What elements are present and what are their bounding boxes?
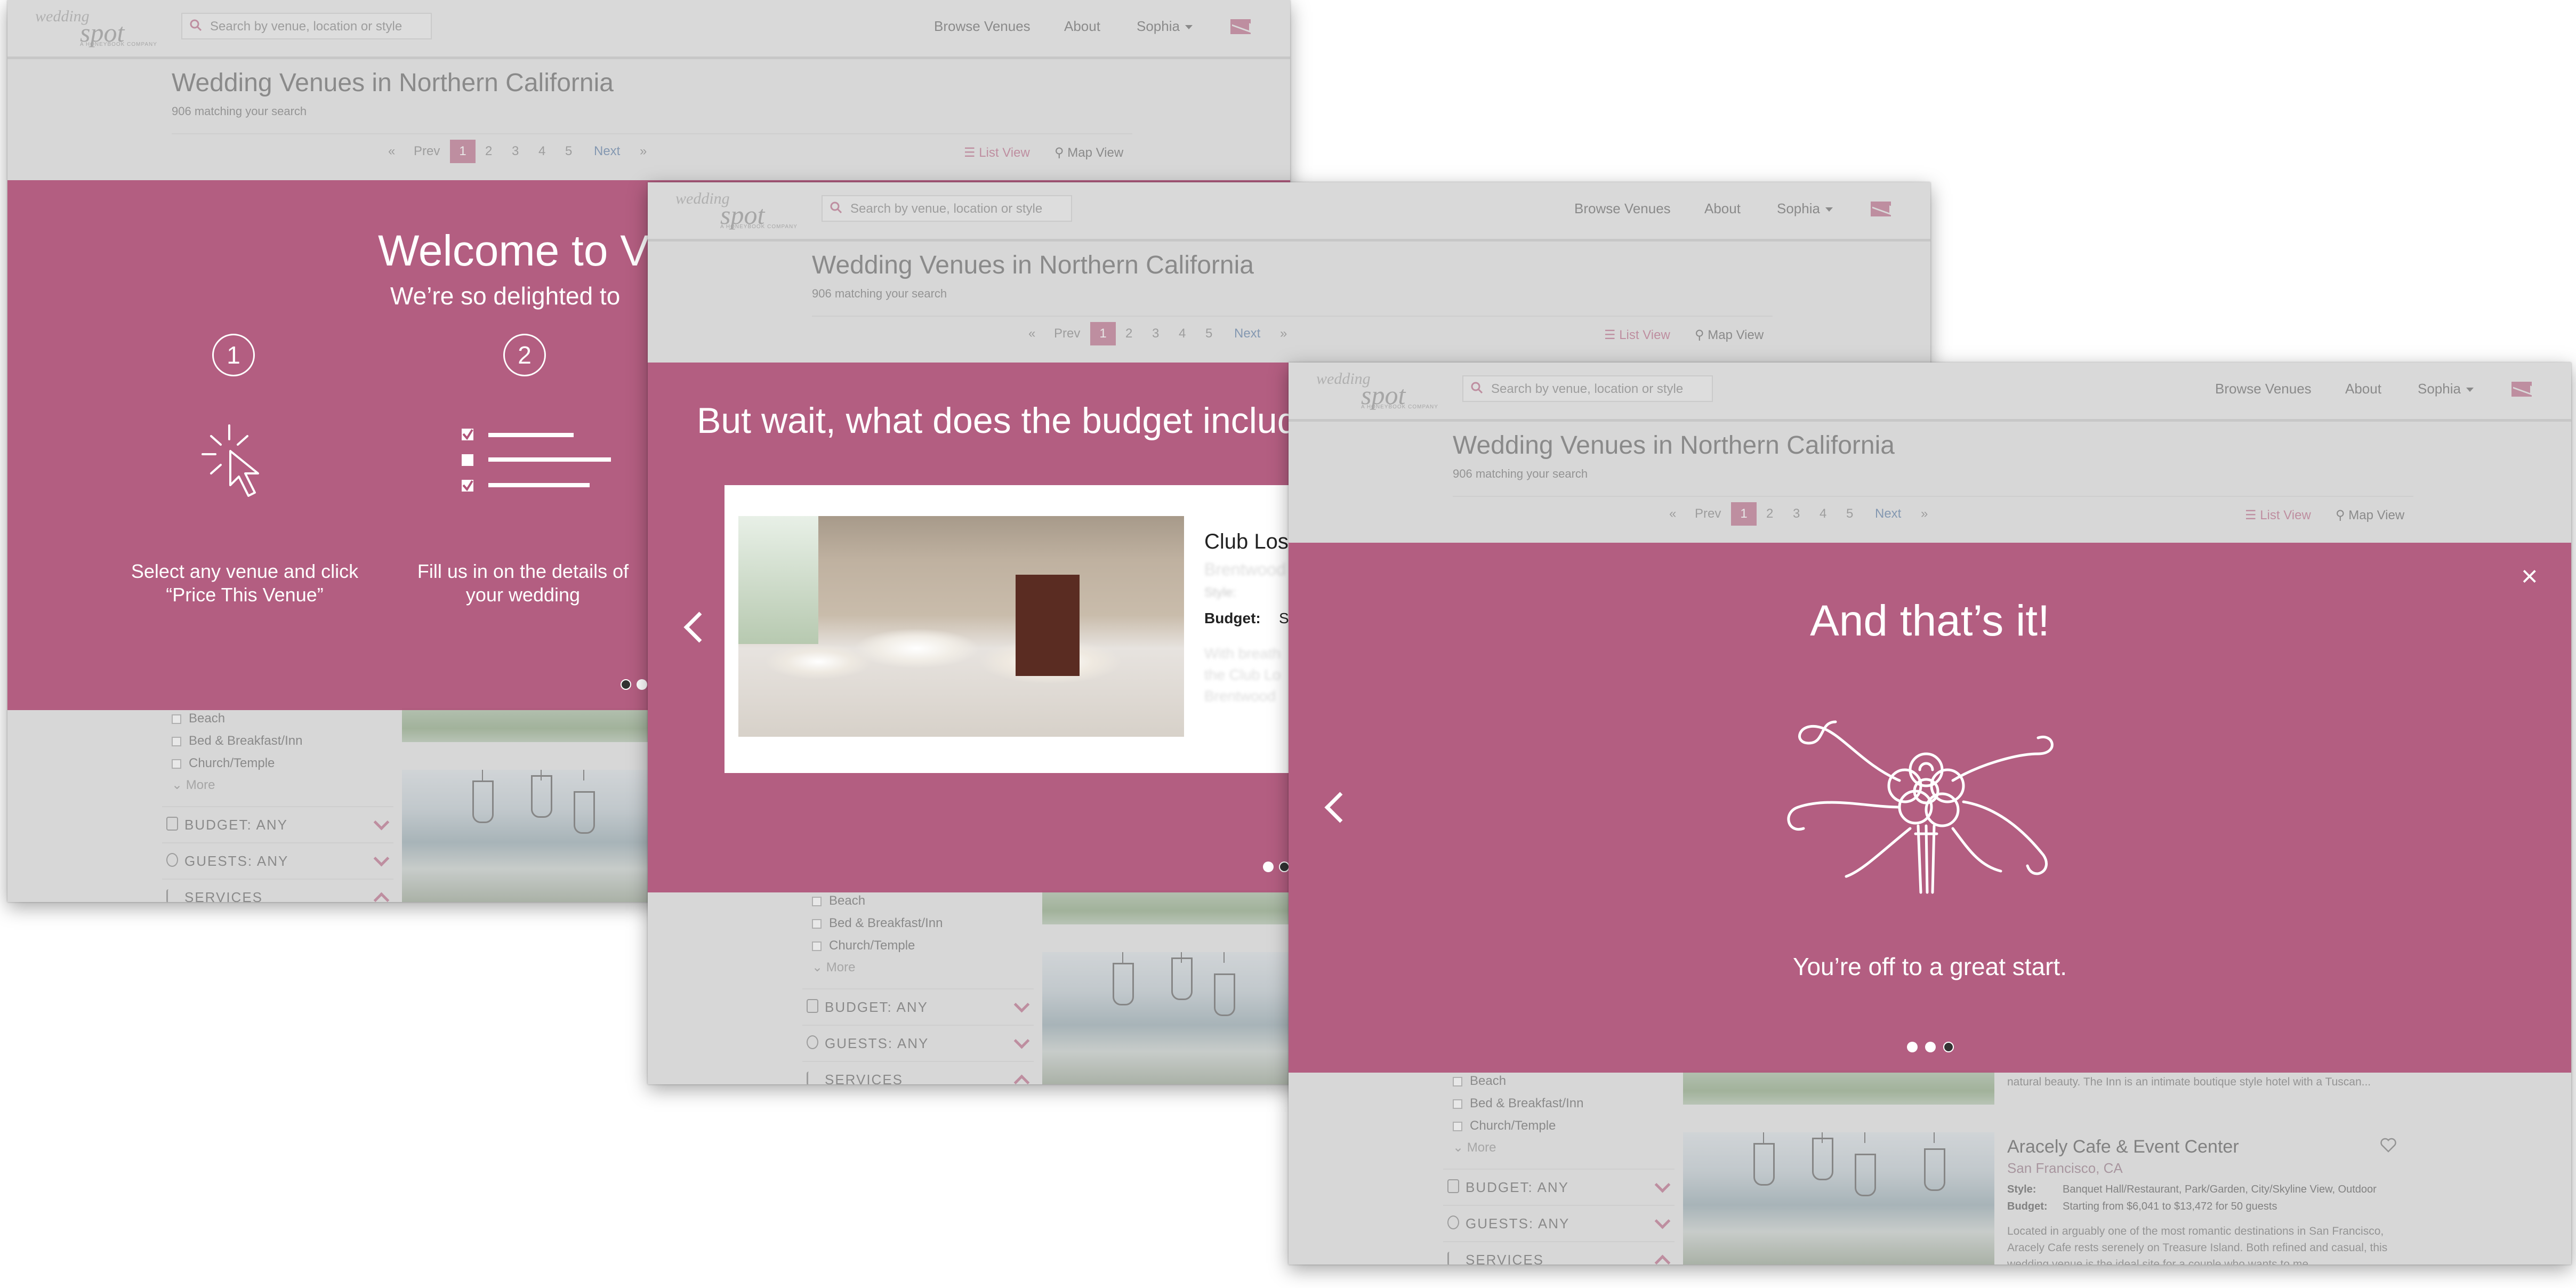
carousel-dot[interactable] — [637, 679, 647, 690]
previous-slide-arrow[interactable] — [683, 611, 715, 643]
overlay-subtitle: We’re so delighted to — [390, 282, 621, 310]
carousel-dot[interactable] — [1279, 862, 1290, 872]
overlay-subtitle: You’re off to a great start. — [1793, 953, 2067, 980]
bouquet-icon — [1787, 720, 2054, 894]
blurred-text: the Club Lo — [1204, 666, 1281, 683]
carousel-dot[interactable] — [621, 679, 631, 690]
step-text: Select any venue and click “Price This V… — [131, 560, 359, 606]
carousel-dot[interactable] — [1907, 1042, 1918, 1052]
card-budget-value: S — [1279, 610, 1289, 626]
overlay-title: Welcome to V — [378, 227, 649, 275]
blurred-text: With breath — [1204, 645, 1281, 662]
close-icon[interactable]: × — [2521, 562, 2538, 591]
door — [1016, 575, 1080, 676]
card-budget-label: Budget: — [1204, 610, 1261, 626]
step-number: 2 — [503, 334, 546, 376]
card-style-label: Style: — [1204, 585, 1237, 600]
previous-slide-arrow[interactable] — [1324, 792, 1356, 823]
step-text: Fill us in on the details of your weddin… — [417, 560, 629, 606]
carousel-dot[interactable] — [1263, 862, 1274, 872]
carousel-dot[interactable] — [1943, 1042, 1954, 1052]
page-body: wedding spot A HONEYBOOK COMPANY Browse … — [1289, 363, 2571, 1265]
overlay-title: But wait, what does the budget includ — [697, 400, 1298, 441]
overlay-title: And that’s it! — [1810, 597, 2050, 645]
card-title: Club Los — [1204, 530, 1289, 553]
step-number: 1 — [212, 334, 255, 376]
window — [738, 516, 818, 644]
screenshot-finish: wedding spot A HONEYBOOK COMPANY Browse … — [1289, 363, 2571, 1265]
venue-preview-card: Club Los Brentwood Style: Budget: S With… — [724, 485, 1322, 773]
onboarding-overlay: × And that’s it! You’re off to a great s… — [1289, 543, 2571, 1073]
venue-photo — [738, 516, 1184, 737]
cursor-click-icon — [202, 424, 259, 497]
carousel-dot[interactable] — [1925, 1042, 1936, 1052]
blurred-text: Brentwood — [1204, 688, 1276, 704]
blurred-text: Brentwood — [1204, 560, 1286, 579]
checklist-icon — [462, 429, 611, 492]
